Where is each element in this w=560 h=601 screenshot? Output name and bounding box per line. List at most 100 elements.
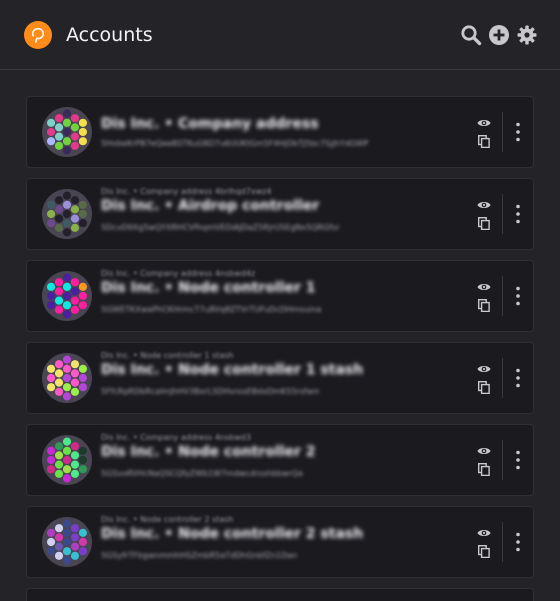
identicon-dot: [54, 442, 64, 451]
copy-icon[interactable]: [476, 544, 492, 558]
account-card[interactable]: Dis Inc. • Node controller 2 stash Dis I…: [26, 506, 534, 578]
identicon-dot: [62, 383, 72, 392]
identicon-dot: [70, 551, 80, 560]
identicon-dot: [62, 118, 72, 127]
identicon-dot: [62, 547, 72, 556]
identicon-dot: [70, 360, 80, 369]
identicon-dot: [46, 219, 56, 228]
account-address: 5GSvoRVHcNaQSCQfyZWb1W7mdwcdrsshbbwrQa: [101, 469, 303, 478]
identicon-svg: [42, 107, 92, 157]
identicon-dot: [70, 141, 80, 150]
copy-icon[interactable]: [476, 462, 492, 476]
identicon-dot: [54, 460, 64, 469]
identicon-dot: [62, 519, 72, 528]
identicon-dot: [78, 200, 88, 209]
account-name: Dis Inc. • Node controller 2: [101, 444, 316, 460]
identicon-dot: [62, 537, 72, 547]
more-menu-icon[interactable]: [503, 440, 533, 480]
copy-icon[interactable]: [476, 298, 492, 312]
identicon-dot: [62, 191, 72, 200]
account-address: 5GSyfrTFbgwnmmhHSZmbR5aTdDhGnbfZn1Dan: [101, 551, 298, 560]
identicon-dot: [70, 469, 80, 478]
eye-icon[interactable]: [476, 444, 492, 458]
identicon-dot: [54, 451, 64, 460]
identicon-dot: [62, 219, 72, 228]
identicon-dot: [62, 282, 72, 291]
identicon-dot: [78, 446, 88, 455]
identicon[interactable]: [41, 516, 93, 568]
accounts-list: Dis Inc. • Company address 5HxbeKrPB7eQe…: [0, 70, 560, 601]
identicon-dot: [46, 455, 56, 465]
identicon-dot: [70, 451, 80, 460]
identicon[interactable]: [41, 270, 93, 322]
identicon-dot: [62, 455, 72, 465]
account-address: 5HxbeKrPB7eQeeBSTKuG8D7u6UUKtGm5F4HjDbTJ…: [101, 139, 369, 148]
identicon-dot: [78, 373, 88, 383]
identicon-dot: [62, 437, 72, 446]
identicon-dot: [62, 364, 72, 373]
account-name: Dis Inc. • Node controller 1: [101, 280, 316, 296]
account-address: 5GWETKXwaPhCKHrmcT7u8Vq8ZTVrTUFuDcDHmsui…: [101, 305, 322, 314]
identicon-dot: [78, 118, 88, 127]
identicon-dot: [46, 127, 56, 137]
identicon-dot: [70, 223, 80, 232]
more-menu-icon[interactable]: [503, 358, 533, 398]
app-header: Accounts: [0, 0, 560, 70]
identicon[interactable]: [41, 188, 93, 240]
identicon-dot: [70, 123, 80, 132]
account-card[interactable]: Dis Inc. • Node controller 1 stash Dis I…: [26, 342, 534, 414]
page-title: Accounts: [66, 23, 153, 46]
account-card[interactable]: Dis Inc. • Company address 4brlhqd7xwz4 …: [26, 178, 534, 250]
identicon-dot: [46, 373, 56, 383]
eye-icon[interactable]: [476, 526, 492, 540]
identicon-dot: [78, 291, 88, 301]
settings-gear-icon[interactable]: [516, 24, 538, 46]
more-menu-icon[interactable]: [503, 276, 533, 316]
copy-icon[interactable]: [476, 380, 492, 394]
identicon[interactable]: [41, 434, 93, 486]
copy-icon[interactable]: [476, 216, 492, 230]
eye-icon[interactable]: [476, 198, 492, 212]
identicon-dot: [70, 305, 80, 314]
identicon[interactable]: [41, 352, 93, 404]
identicon-dot: [70, 296, 80, 305]
account-address: 5DcvD9Xg5wQYXRHCVfhqmVEDiAJDaZ5RjrU5EgNx…: [101, 223, 340, 232]
identicon-dot: [46, 200, 56, 209]
identicon-dot: [78, 282, 88, 291]
account-card-partial[interactable]: [26, 588, 534, 601]
identicon-dot: [54, 205, 64, 214]
identicon-dot: [62, 273, 72, 282]
eye-icon[interactable]: [476, 280, 492, 294]
identicon-dot: [62, 291, 72, 301]
eye-icon[interactable]: [476, 116, 492, 130]
identicon-dot: [54, 551, 64, 560]
polkadot-logo-icon: [24, 20, 52, 49]
more-menu-icon[interactable]: [503, 112, 533, 152]
identicon-dot: [62, 209, 72, 219]
identicon-dot: [70, 378, 80, 387]
account-card[interactable]: Dis Inc. • Company address 4nsbwd3 Dis I…: [26, 424, 534, 496]
identicon-dot: [54, 114, 64, 123]
account-name: Dis Inc. • Node controller 2 stash: [101, 526, 364, 542]
identicon-dot: [62, 137, 72, 146]
identicon-dot: [70, 214, 80, 223]
search-icon[interactable]: [460, 24, 482, 46]
identicon-dot: [54, 132, 64, 141]
identicon-dot: [70, 524, 80, 533]
add-account-icon[interactable]: [488, 24, 510, 46]
identicon-dot: [54, 141, 64, 150]
identicon-dot: [46, 118, 56, 127]
identicon-dot: [78, 364, 88, 373]
eye-icon[interactable]: [476, 362, 492, 376]
more-menu-icon[interactable]: [503, 194, 533, 234]
identicon-dot: [78, 301, 88, 310]
more-menu-icon[interactable]: [503, 522, 533, 562]
copy-icon[interactable]: [476, 134, 492, 148]
account-card[interactable]: Dis Inc. • Company address 4nsbwd4z Dis …: [26, 260, 534, 332]
identicon-dot: [54, 533, 64, 542]
identicon-dot: [78, 209, 88, 219]
identicon-dot: [46, 383, 56, 392]
identicon[interactable]: [41, 106, 93, 158]
account-card[interactable]: Dis Inc. • Company address 5HxbeKrPB7eQe…: [26, 96, 534, 168]
identicon-dot: [62, 355, 72, 364]
